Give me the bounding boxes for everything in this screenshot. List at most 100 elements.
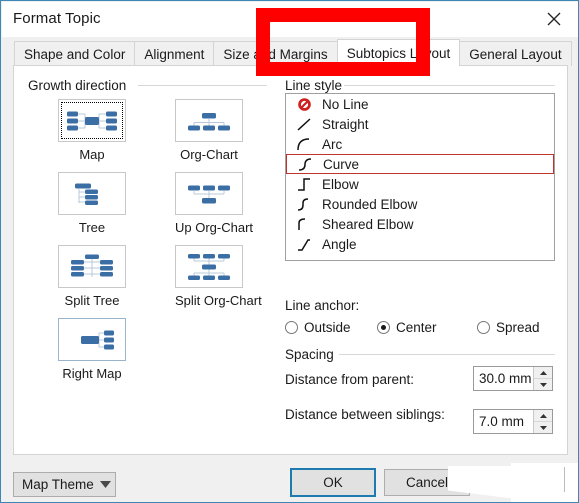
growth-direction-option-box[interactable] xyxy=(58,99,126,142)
line-anchor-label: Line anchor: xyxy=(285,298,360,313)
close-icon[interactable] xyxy=(533,2,575,36)
line-style-item-elbow[interactable]: Elbow xyxy=(286,174,554,194)
image-artifact-overlay-2 xyxy=(511,463,578,502)
line-style-item-label: Curve xyxy=(323,156,360,172)
spin-up-icon[interactable] xyxy=(534,367,552,378)
title-bar: Format Topic xyxy=(2,2,578,37)
tab-label: General Layout xyxy=(469,47,562,62)
arc-line-icon xyxy=(286,137,322,152)
growth-direction-option-label: Org-Chart xyxy=(180,147,238,162)
growth-direction-group-label: Growth direction xyxy=(28,78,127,93)
scroll-edge-artifact xyxy=(564,467,565,492)
growth-direction-option-label: Split Tree xyxy=(64,293,120,308)
tab-label: Size and Margins xyxy=(223,47,328,62)
tab-size-and-margins[interactable]: Size and Margins xyxy=(213,41,338,66)
distance-from-parent-value[interactable]: 30.0 mm xyxy=(474,367,533,390)
growth-direction-option-label: Map xyxy=(79,147,105,162)
growth-direction-option-org-chart[interactable]: Org-Chart xyxy=(175,99,243,162)
ok-button-label: OK xyxy=(323,475,343,490)
tab-general-layout[interactable]: General Layout xyxy=(459,41,572,66)
cancel-button[interactable]: Cancel xyxy=(384,469,470,496)
line-anchor-radio-outside[interactable]: Outside xyxy=(285,320,351,335)
distance-from-parent-spin-buttons xyxy=(533,367,552,390)
line-style-item-label: Angle xyxy=(322,236,357,252)
line-style-item-curve[interactable]: Curve xyxy=(286,154,554,174)
growth-direction-option-box[interactable] xyxy=(58,245,126,288)
split-tree-layout-icon xyxy=(65,252,119,281)
line-style-item-straight[interactable]: Straight xyxy=(286,114,554,134)
line-style-item-arc[interactable]: Arc xyxy=(286,134,554,154)
line-anchor-radio-label: Center xyxy=(396,320,437,335)
line-style-item-label: Straight xyxy=(322,116,369,132)
line-style-item-angle[interactable]: Angle xyxy=(286,234,554,254)
straight-line-icon xyxy=(286,117,322,132)
growth-direction-option-box[interactable] xyxy=(175,245,243,288)
tab-label: Alignment xyxy=(144,47,205,62)
distance-between-siblings-spin-buttons xyxy=(533,410,552,433)
line-style-item-sheared-elbow[interactable]: Sheared Elbow xyxy=(286,214,554,234)
growth-direction-option-split-tree[interactable]: Split Tree xyxy=(58,245,126,308)
growth-direction-option-box[interactable] xyxy=(58,172,126,215)
up-org-chart-layout-icon xyxy=(182,179,236,208)
tab-label: Shape and Color xyxy=(24,47,126,62)
right-map-layout-icon xyxy=(65,325,119,354)
format-topic-dialog: Format Topic Shape and Color Alignment Siz… xyxy=(0,0,579,503)
growth-direction-option-right-map[interactable]: Right Map xyxy=(58,318,126,381)
line-style-rule xyxy=(344,85,555,86)
radio-indicator-icon[interactable] xyxy=(285,321,298,334)
growth-direction-option-label: Up Org-Chart xyxy=(175,220,254,235)
line-style-item-label: Elbow xyxy=(322,176,359,192)
map-layout-icon xyxy=(61,102,123,139)
tree-layout-icon xyxy=(65,179,119,208)
growth-direction-option-box[interactable] xyxy=(175,99,243,142)
line-style-listbox[interactable]: No Line Straight Arc Curve Elbow Rounded Elbo… xyxy=(285,93,555,261)
radio-indicator-icon[interactable] xyxy=(477,321,490,334)
sheared-elbow-line-icon xyxy=(286,217,322,232)
growth-direction-option-label: Split Org-Chart xyxy=(175,293,262,308)
page-title: Format Topic xyxy=(13,10,101,27)
distance-from-parent-stepper[interactable]: 30.0 mm xyxy=(473,366,553,391)
line-style-item-rounded-elbow[interactable]: Rounded Elbow xyxy=(286,194,554,214)
growth-direction-option-box[interactable] xyxy=(58,318,126,361)
no-line-icon xyxy=(286,97,322,112)
line-style-item-no-line[interactable]: No Line xyxy=(286,94,554,114)
subtopics-layout-panel: Growth direction Map Org-Chart Tree Up Org-… xyxy=(13,65,568,455)
cancel-button-label: Cancel xyxy=(405,475,449,490)
growth-direction-option-label: Right Map xyxy=(62,366,122,381)
line-style-group-label: Line style xyxy=(285,78,343,93)
line-style-item-label: Arc xyxy=(322,136,343,152)
spacing-rule xyxy=(339,354,555,355)
tab-shape-and-color[interactable]: Shape and Color xyxy=(14,41,136,66)
tab-alignment[interactable]: Alignment xyxy=(134,41,215,66)
line-anchor-radio-center[interactable]: Center xyxy=(377,320,437,335)
elbow-line-icon xyxy=(286,177,322,192)
radio-indicator-icon[interactable] xyxy=(377,321,390,334)
map-theme-button[interactable]: Map Theme xyxy=(13,472,116,497)
ok-button[interactable]: OK xyxy=(290,468,376,497)
line-anchor-radio-label: Spread xyxy=(496,320,540,335)
spacing-group-label: Spacing xyxy=(285,347,334,362)
distance-between-siblings-stepper[interactable]: 7.0 mm xyxy=(473,409,553,434)
line-style-item-label: No Line xyxy=(322,96,369,112)
angle-line-icon xyxy=(286,237,322,252)
growth-direction-option-split-org-chart[interactable]: Split Org-Chart xyxy=(175,245,262,308)
growth-direction-option-tree[interactable]: Tree xyxy=(58,172,126,235)
map-theme-label: Map Theme xyxy=(22,477,94,492)
line-anchor-radio-group: Outside Center Spread xyxy=(285,320,555,338)
spin-down-icon[interactable] xyxy=(534,421,552,433)
growth-direction-rule xyxy=(138,85,267,86)
growth-direction-option-up-org-chart[interactable]: Up Org-Chart xyxy=(175,172,254,235)
distance-between-siblings-value[interactable]: 7.0 mm xyxy=(474,410,533,433)
line-anchor-radio-spread[interactable]: Spread xyxy=(477,320,540,335)
spin-down-icon[interactable] xyxy=(534,378,552,390)
growth-direction-option-box[interactable] xyxy=(175,172,243,215)
growth-direction-option-map[interactable]: Map xyxy=(58,99,126,162)
line-style-item-label: Rounded Elbow xyxy=(322,196,418,212)
rounded-elbow-line-icon xyxy=(286,197,322,212)
tab-label: Subtopics Layout xyxy=(346,46,451,61)
tab-strip: Shape and Color Alignment Size and Margins… xyxy=(2,37,578,66)
tab-subtopics-layout[interactable]: Subtopics Layout xyxy=(336,39,461,66)
line-style-item-label: Sheared Elbow xyxy=(322,216,414,232)
growth-direction-option-label: Tree xyxy=(78,220,106,235)
spin-up-icon[interactable] xyxy=(534,410,552,421)
